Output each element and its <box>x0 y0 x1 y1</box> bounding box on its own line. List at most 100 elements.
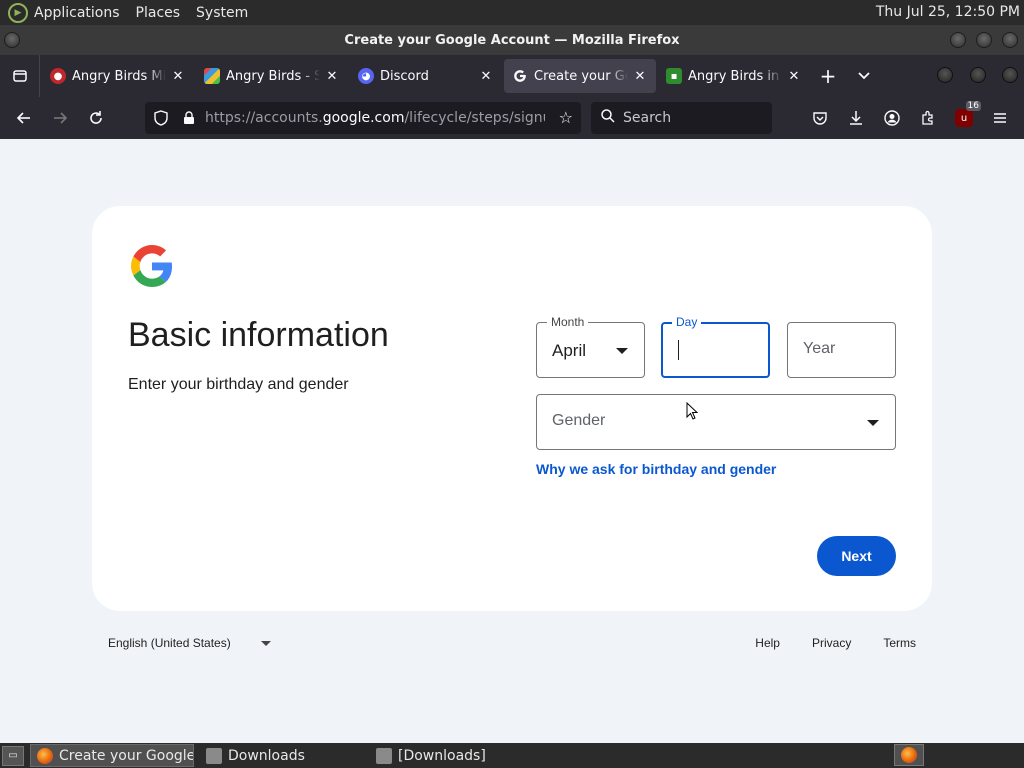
url-text[interactable]: https://accounts.google.com/lifecycle/st… <box>205 110 545 126</box>
tabbar-button-icon[interactable] <box>970 67 986 83</box>
new-tab-plus-icon[interactable]: + <box>810 59 846 93</box>
system-top-panel: ▶ Applications Places System Thu Jul 25,… <box>0 0 1024 25</box>
tab-title: Angry Birds Mini <box>72 68 166 84</box>
window-menu-icon[interactable] <box>4 32 20 48</box>
year-input[interactable]: Year <box>787 322 896 378</box>
back-arrow-icon[interactable] <box>6 100 42 136</box>
taskbar-item-label: Create your Google ... <box>59 747 194 764</box>
ublock-badge-count: 16 <box>965 101 981 111</box>
page-title: Basic information <box>128 316 389 354</box>
day-label: Day <box>672 315 702 329</box>
minimize-icon[interactable] <box>950 32 966 48</box>
pocket-icon[interactable] <box>802 100 838 136</box>
bottom-taskbar: ▭ Create your Google ... Downloads [Down… <box>0 743 1024 768</box>
tabbar-button-icon[interactable] <box>1002 67 1018 83</box>
firefox-view-icon[interactable] <box>0 55 40 97</box>
window-titlebar: Create your Google Account — Mozilla Fir… <box>0 25 1024 55</box>
why-birthday-gender-link[interactable]: Why we ask for birthday and gender <box>536 461 776 477</box>
navigation-toolbar: https://accounts.google.com/lifecycle/st… <box>0 97 1024 139</box>
gender-placeholder: Gender <box>552 412 606 429</box>
taskbar-item-firefox[interactable]: Create your Google ... <box>30 744 194 767</box>
footer-links: Help Privacy Terms <box>723 636 916 650</box>
bookmark-star-icon[interactable]: ☆ <box>559 108 573 127</box>
angry-birds-favicon-icon: ● <box>50 68 66 84</box>
tab-close-icon[interactable]: ✕ <box>786 68 802 84</box>
tab-discord[interactable]: ◕ Discord ✕ <box>350 59 502 93</box>
tab-close-icon[interactable]: ✕ <box>478 68 494 84</box>
day-input[interactable]: Day <box>661 315 770 378</box>
system-logo-icon[interactable]: ▶ <box>8 2 28 23</box>
system-clock[interactable]: Thu Jul 25, 12:50 PM <box>876 4 1020 20</box>
signup-card: Basic information Enter your birthday an… <box>92 206 932 611</box>
url-path: /lifecycle/steps/signup/ba <box>404 110 545 126</box>
page-content: Basic information Enter your birthday an… <box>0 139 1024 743</box>
tab-title: Discord <box>380 68 429 84</box>
tracking-shield-icon[interactable] <box>149 110 173 126</box>
tab-title: Angry Birds in Mi <box>688 68 782 84</box>
privacy-link[interactable]: Privacy <box>812 636 851 650</box>
search-icon <box>601 109 615 127</box>
folder-icon <box>206 747 222 764</box>
text-caret <box>678 340 679 360</box>
tab-close-icon[interactable]: ✕ <box>632 68 648 84</box>
tab-angry-birds-mi[interactable]: ▪ Angry Birds in Mi ✕ <box>658 59 810 93</box>
applications-menu[interactable]: Applications <box>34 5 120 21</box>
taskbar-item-label: [Downloads] <box>398 747 486 764</box>
tab-close-icon[interactable]: ✕ <box>324 68 340 84</box>
tab-strip: ● Angry Birds Mini ✕ Angry Birds - Sh ✕ … <box>0 55 1024 97</box>
terms-link[interactable]: Terms <box>883 636 916 650</box>
places-menu[interactable]: Places <box>136 5 181 21</box>
toolbar-extensions: u 16 <box>802 100 1018 136</box>
url-domain: google.com <box>322 110 405 126</box>
grid-favicon-icon <box>204 68 220 84</box>
taskbar-item-label: Downloads <box>228 747 305 764</box>
language-dropdown-arrow-icon <box>260 640 271 646</box>
language-selector[interactable]: English (United States) <box>108 636 271 650</box>
tab-angry-birds-sh[interactable]: Angry Birds - Sh ✕ <box>196 59 348 93</box>
show-desktop-icon[interactable]: ▭ <box>2 745 24 766</box>
tab-close-icon[interactable]: ✕ <box>170 68 186 84</box>
hamburger-menu-icon[interactable] <box>982 100 1018 136</box>
system-menu[interactable]: System <box>196 5 248 21</box>
lock-icon[interactable] <box>177 111 201 125</box>
reload-icon[interactable] <box>78 100 114 136</box>
gender-dropdown-arrow-icon <box>867 420 879 426</box>
ublock-extension-button[interactable]: u 16 <box>946 100 982 136</box>
url-prefix: https://accounts. <box>205 110 323 126</box>
tabbar-button-icon[interactable] <box>937 67 953 83</box>
tab-create-google-account[interactable]: Create your Google ✕ <box>504 59 656 93</box>
account-icon[interactable] <box>874 100 910 136</box>
month-value: April <box>552 341 587 360</box>
close-window-icon[interactable] <box>1002 32 1018 48</box>
year-placeholder: Year <box>803 340 836 357</box>
month-select[interactable]: Month April <box>536 315 645 378</box>
google-logo-icon <box>131 245 173 287</box>
search-placeholder: Search <box>623 110 672 126</box>
downloads-icon[interactable] <box>838 100 874 136</box>
folder-icon <box>376 747 392 764</box>
tab-angry-birds-mini[interactable]: ● Angry Birds Mini ✕ <box>42 59 194 93</box>
gender-select[interactable]: Gender <box>536 394 896 450</box>
discord-favicon-icon: ◕ <box>358 68 374 84</box>
taskbar-item-downloads-2[interactable]: [Downloads] <box>370 744 534 767</box>
help-link[interactable]: Help <box>755 636 780 650</box>
forward-arrow-icon[interactable] <box>42 100 78 136</box>
page-subtitle: Enter your birthday and gender <box>128 376 349 393</box>
tab-title: Create your Google <box>534 68 628 84</box>
language-label: English (United States) <box>108 636 231 650</box>
next-button[interactable]: Next <box>817 536 896 576</box>
google-favicon-icon <box>512 68 528 84</box>
month-label: Month <box>547 315 589 329</box>
month-dropdown-arrow-icon <box>616 348 628 354</box>
taskbar-item-downloads[interactable]: Downloads <box>200 744 364 767</box>
search-bar[interactable]: Search <box>591 102 772 134</box>
minecraft-favicon-icon: ▪ <box>666 68 682 84</box>
url-bar[interactable]: https://accounts.google.com/lifecycle/st… <box>145 102 581 134</box>
tray-firefox-icon[interactable] <box>894 744 924 766</box>
extensions-puzzle-icon[interactable] <box>910 100 946 136</box>
ublock-shield-icon: u 16 <box>955 101 981 127</box>
mouse-pointer-icon <box>686 402 698 420</box>
list-all-tabs-chevron-icon[interactable] <box>846 59 882 93</box>
firefox-icon <box>37 747 53 764</box>
maximize-icon[interactable] <box>976 32 992 48</box>
